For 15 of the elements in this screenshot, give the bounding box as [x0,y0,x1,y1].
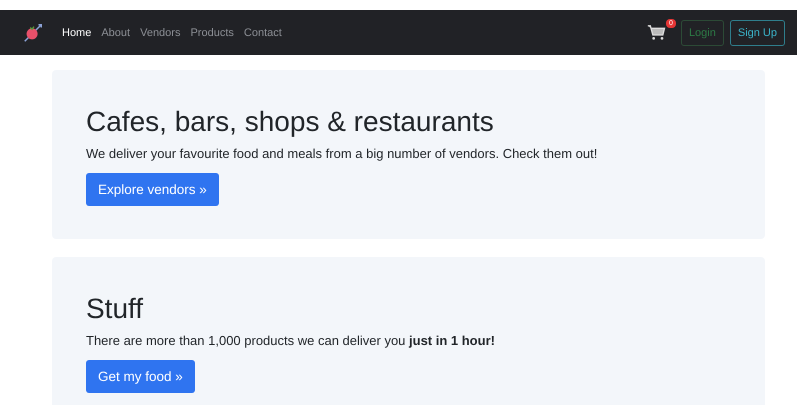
cart-icon[interactable] [646,24,667,41]
call-to-action-button[interactable]: Get my food » [86,360,195,393]
section-text: We deliver your favourite food and meals from a big number of vendors. Check them out! [86,146,598,161]
nav-link[interactable]: Products [190,26,234,38]
nav-link[interactable]: Vendors [140,26,180,38]
logo-icon[interactable] [22,22,44,44]
nav-link[interactable]: Contact [244,26,282,38]
sign-up-button[interactable]: Sign Up [730,20,785,46]
login-button[interactable]: Login [680,20,724,46]
section-text: There are more than 1,000 products we can deliver you just in 1 hour! [86,333,496,348]
section-heading: Stuff [86,293,144,325]
call-to-action-button[interactable]: Explore vendors » [86,173,219,206]
nav-link[interactable]: About [101,26,130,38]
section-heading: Cafes, bars, shops & restaurants [86,106,495,138]
nav-link[interactable]: Home [62,26,92,38]
